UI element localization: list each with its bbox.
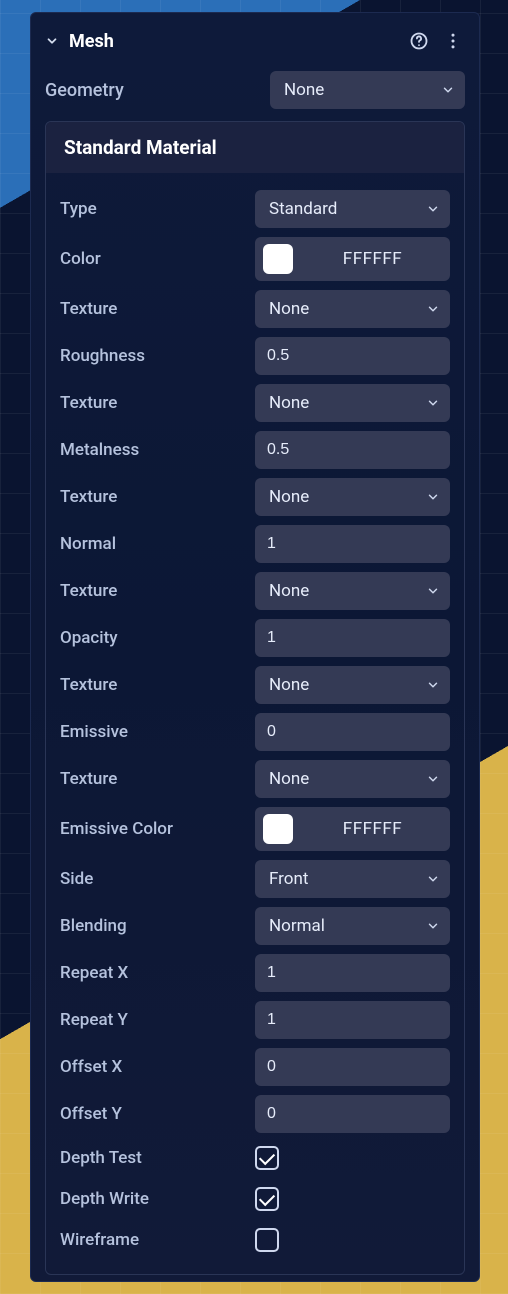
normal-input[interactable] <box>255 525 450 563</box>
chevron-down-icon <box>426 396 440 410</box>
texture6-label: Texture <box>60 763 243 795</box>
depthwrite-checkbox[interactable] <box>255 1187 279 1211</box>
chevron-down-icon <box>426 490 440 504</box>
opacity-input[interactable] <box>255 619 450 657</box>
offsety-label: Offset Y <box>60 1098 243 1130</box>
roughness-label: Roughness <box>60 340 243 372</box>
blending-select[interactable]: Normal <box>255 907 450 945</box>
type-value: Standard <box>269 199 337 219</box>
wireframe-checkbox[interactable] <box>255 1228 279 1252</box>
texture5-select[interactable]: None <box>255 666 450 704</box>
chevron-down-icon <box>426 202 440 216</box>
texture1-label: Texture <box>60 293 243 325</box>
chevron-down-icon <box>45 34 59 48</box>
texture1-select[interactable]: None <box>255 290 450 328</box>
color-hex: FFFFFF <box>305 249 440 269</box>
chevron-down-icon <box>426 584 440 598</box>
texture3-label: Texture <box>60 481 243 513</box>
texture4-value: None <box>269 581 309 601</box>
emissive-color-swatch[interactable] <box>263 814 293 844</box>
emissive-color-field[interactable]: FFFFFF <box>255 807 450 851</box>
texture2-label: Texture <box>60 387 243 419</box>
chevron-down-icon <box>426 302 440 316</box>
side-select[interactable]: Front <box>255 860 450 898</box>
depthwrite-label: Depth Write <box>60 1183 243 1215</box>
texture4-label: Texture <box>60 575 243 607</box>
color-swatch[interactable] <box>263 244 293 274</box>
mesh-section-header[interactable]: Mesh <box>45 27 465 61</box>
inspector-panel: Mesh Geometry None Standard Material Typ… <box>30 12 480 1282</box>
material-card-header[interactable]: Standard Material <box>46 122 464 173</box>
color-label: Color <box>60 243 243 275</box>
emissive-color-label: Emissive Color <box>60 813 243 845</box>
opacity-label: Opacity <box>60 622 243 654</box>
side-label: Side <box>60 863 243 895</box>
type-label: Type <box>60 193 243 225</box>
material-card-body: Type Standard Color FFFFFF Texture None … <box>46 173 464 1274</box>
geometry-value: None <box>284 80 324 100</box>
chevron-down-icon <box>426 919 440 933</box>
more-vertical-icon[interactable] <box>441 29 465 53</box>
chevron-down-icon <box>426 772 440 786</box>
offsetx-label: Offset X <box>60 1051 243 1083</box>
texture2-value: None <box>269 393 309 413</box>
repeaty-label: Repeat Y <box>60 1004 243 1036</box>
texture6-value: None <box>269 769 309 789</box>
chevron-down-icon <box>441 83 455 97</box>
chevron-down-icon <box>426 872 440 886</box>
color-field[interactable]: FFFFFF <box>255 237 450 281</box>
texture1-value: None <box>269 299 309 319</box>
material-card: Standard Material Type Standard Color FF… <box>45 121 465 1275</box>
normal-label: Normal <box>60 528 243 560</box>
depthtest-checkbox[interactable] <box>255 1146 279 1170</box>
section-title: Mesh <box>69 31 397 52</box>
depthtest-label: Depth Test <box>60 1142 243 1174</box>
emissive-color-hex: FFFFFF <box>305 819 440 839</box>
offsetx-input[interactable] <box>255 1048 450 1086</box>
texture6-select[interactable]: None <box>255 760 450 798</box>
blending-label: Blending <box>60 910 243 942</box>
offsety-input[interactable] <box>255 1095 450 1133</box>
texture5-label: Texture <box>60 669 243 701</box>
side-value: Front <box>269 869 308 889</box>
geometry-label: Geometry <box>45 74 258 107</box>
texture3-value: None <box>269 487 309 507</box>
repeaty-input[interactable] <box>255 1001 450 1039</box>
geometry-select[interactable]: None <box>270 71 465 109</box>
blending-value: Normal <box>269 916 325 936</box>
emissive-input[interactable] <box>255 713 450 751</box>
roughness-input[interactable] <box>255 337 450 375</box>
geometry-row: Geometry None <box>45 71 465 109</box>
texture3-select[interactable]: None <box>255 478 450 516</box>
metalness-label: Metalness <box>60 434 243 466</box>
repeatx-input[interactable] <box>255 954 450 992</box>
metalness-input[interactable] <box>255 431 450 469</box>
chevron-down-icon <box>426 678 440 692</box>
wireframe-label: Wireframe <box>60 1224 243 1256</box>
type-select[interactable]: Standard <box>255 190 450 228</box>
texture4-select[interactable]: None <box>255 572 450 610</box>
texture2-select[interactable]: None <box>255 384 450 422</box>
repeatx-label: Repeat X <box>60 957 243 989</box>
help-icon[interactable] <box>407 29 431 53</box>
emissive-label: Emissive <box>60 716 243 748</box>
texture5-value: None <box>269 675 309 695</box>
